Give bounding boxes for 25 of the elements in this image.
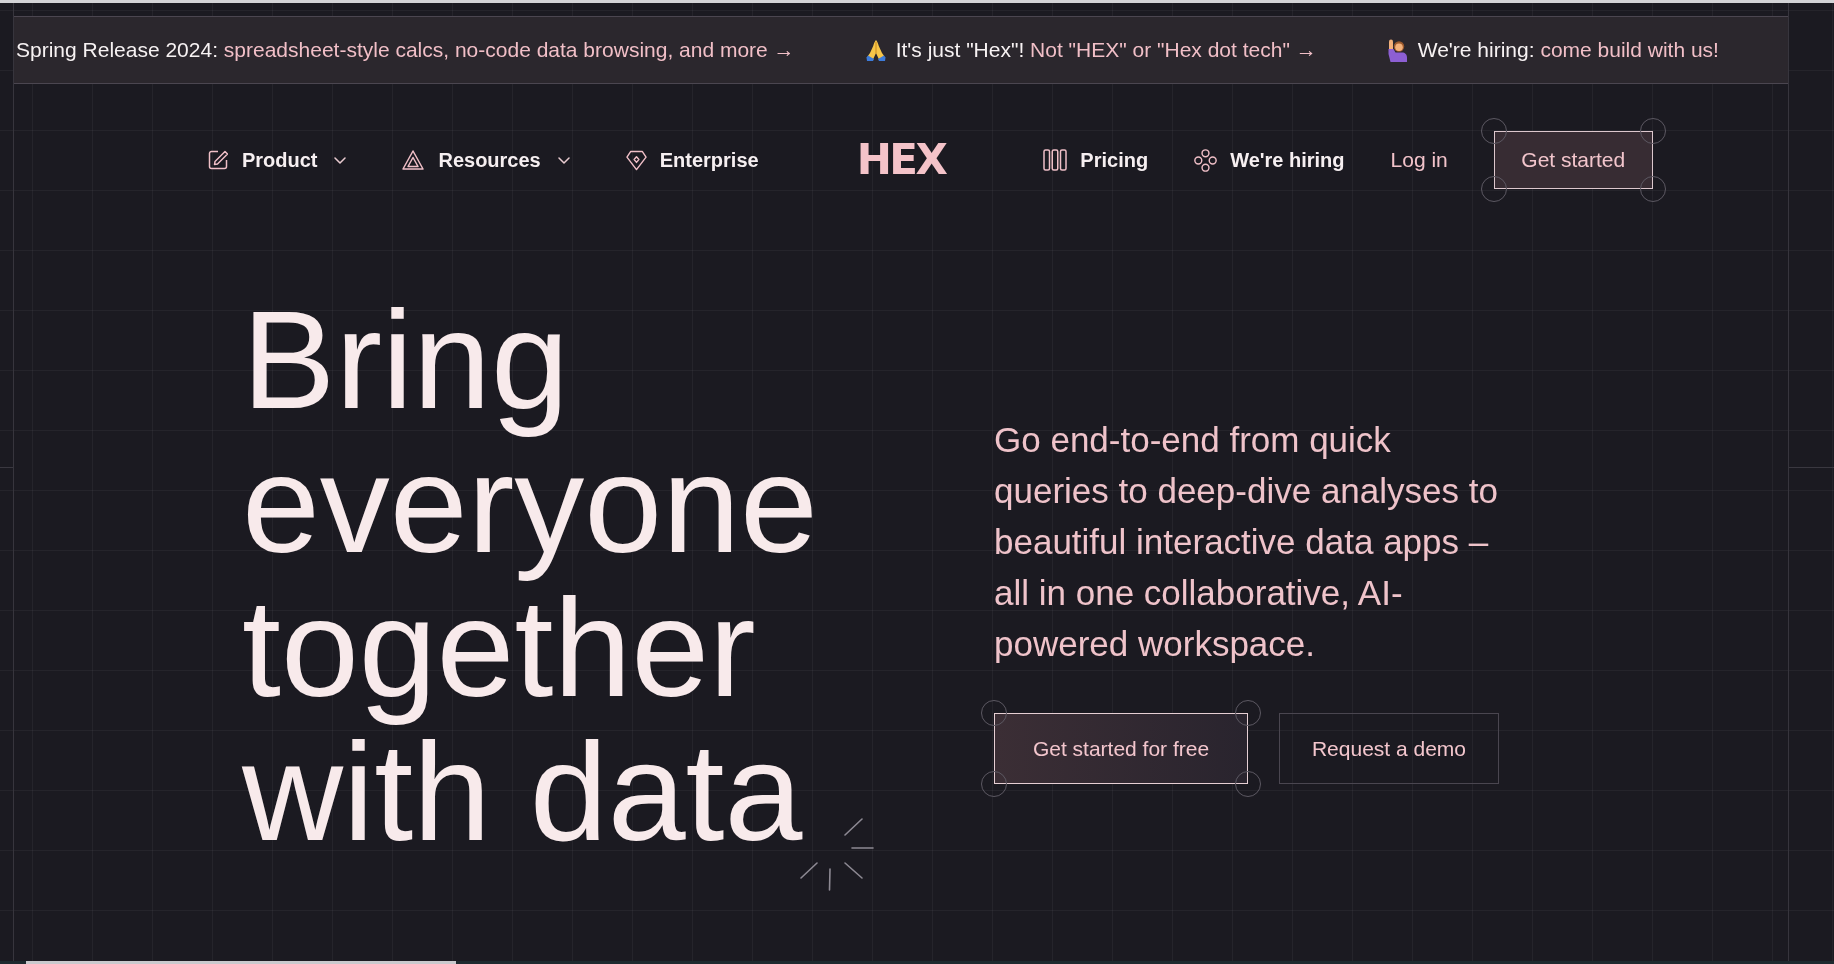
columns-icon <box>1043 149 1068 171</box>
secondary-button[interactable]: Request a demo <box>1279 713 1499 784</box>
hero-description: Go end-to-end from quick queries to deep-dive analyses to beautiful interactive data apps – all in one collaborative, AI-powered workspace. <box>994 419 1499 665</box>
nav-dropdown[interactable]: Product <box>207 145 347 175</box>
hero-headline: Bring everyone together with data <box>242 288 819 864</box>
logo[interactable]: HEX <box>856 139 946 181</box>
square-pen-icon <box>207 150 228 170</box>
announcement-link[interactable]: Spring Release 2024: spreadsheet-style calcs, no-code data browsing, and more → <box>16 34 795 66</box>
scrollbar-thumb[interactable] <box>26 961 456 964</box>
nav-dropdown[interactable]: Resources <box>402 145 570 175</box>
login-link[interactable]: Log in <box>1390 144 1448 176</box>
nav-link[interactable]: Pricing <box>1043 145 1149 175</box>
praying-hands-icon <box>864 39 887 61</box>
four-circles-icon <box>1194 148 1218 172</box>
gem-icon <box>625 149 647 171</box>
chevron-down-icon <box>334 156 347 164</box>
announcement-link[interactable]: It's just "Hex"! Not "HEX" or "Hex dot tech" → <box>864 34 1317 66</box>
primary-button[interactable]: Get started for free <box>994 713 1248 784</box>
announcement-link[interactable]: We're hiring: come build with us! <box>1386 34 1719 66</box>
chevron-down-icon <box>557 156 570 164</box>
nav-link[interactable]: Enterprise <box>625 145 759 175</box>
person-raising-hand-icon <box>1386 38 1409 62</box>
get-started-button[interactable]: Get started <box>1493 131 1653 189</box>
triangle-icon <box>402 150 425 170</box>
nav-link[interactable]: We're hiring <box>1194 145 1345 175</box>
